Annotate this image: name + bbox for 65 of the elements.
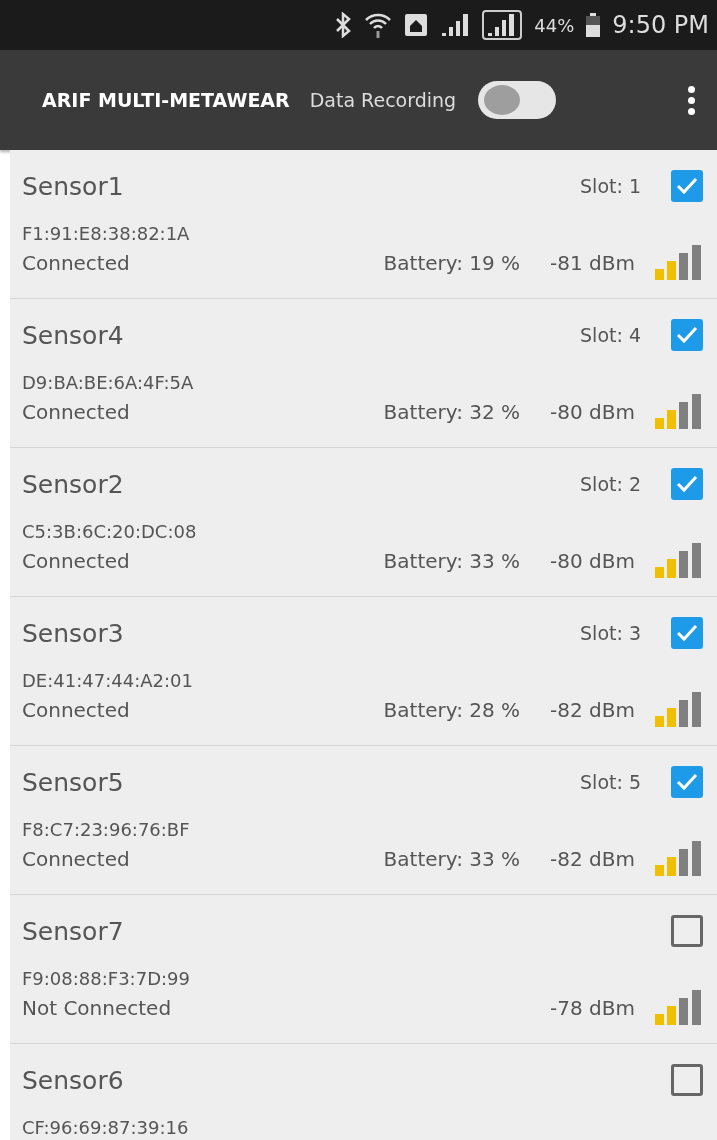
signal-strength: -82 dBm: [550, 847, 635, 871]
mac-address: CF:96:69:87:39:16: [22, 1116, 190, 1140]
signal-strength: -80 dBm: [550, 400, 635, 424]
signal-bars-icon: [655, 245, 703, 281]
sensor-name: Sensor5: [22, 767, 124, 797]
signal-strength: -82 dBm: [550, 698, 635, 722]
battery-level: Battery: 32 %: [383, 400, 521, 424]
slot-number: Slot: 3: [580, 622, 641, 644]
app-title: ARIF MULTI-METAWEAR: [42, 89, 290, 111]
checkmark-icon: [676, 624, 698, 642]
signal-icon: [440, 12, 471, 38]
signal-bars-icon: [655, 692, 703, 728]
signal-bars-icon: [655, 394, 703, 430]
battery-level: Battery: 28 %: [383, 698, 521, 722]
checkbox[interactable]: [671, 766, 703, 798]
slot-number: Slot: 1: [580, 175, 641, 197]
home-icon: [404, 13, 429, 37]
mac-address: DE:41:47:44:A2:01: [22, 669, 194, 693]
signal-strength: -81 dBm: [550, 251, 635, 275]
sensor-name: Sensor3: [22, 618, 124, 648]
slot-number: Slot: 4: [580, 324, 641, 346]
sensor-name: Sensor4: [22, 320, 124, 350]
sensor-name: Sensor7: [22, 916, 124, 946]
sensor-name: Sensor6: [22, 1065, 124, 1095]
checkbox[interactable]: [671, 319, 703, 351]
mac-address: F8:C7:23:96:76:BF: [22, 818, 191, 842]
signal-strength: -78 dBm: [550, 996, 635, 1020]
sensor-name: Sensor1: [22, 171, 124, 201]
bluetooth-icon: [334, 12, 353, 38]
wifi-icon: [364, 11, 393, 39]
connection-status: Connected: [22, 847, 130, 871]
signal-bars-icon: [655, 990, 703, 1026]
clock-time: 9:50 PM: [612, 11, 709, 39]
signal-bars-icon: [655, 543, 703, 579]
checkmark-icon: [676, 326, 698, 344]
sensor-name: Sensor2: [22, 469, 124, 499]
recording-toggle[interactable]: [478, 81, 557, 119]
battery-percent: 44%: [534, 14, 575, 36]
signal-strength: -80 dBm: [550, 549, 635, 573]
mac-address: D9:BA:BE:6A:4F:5A: [22, 371, 195, 395]
mac-address: F1:91:E8:38:82:1A: [22, 222, 191, 246]
connection-status: Connected: [22, 251, 130, 275]
checkbox[interactable]: [671, 1064, 703, 1096]
checkbox[interactable]: [671, 915, 703, 947]
connection-status: Not Connected: [22, 996, 172, 1020]
checkmark-icon: [676, 773, 698, 791]
mac-address: F9:08:88:F3:7D:99: [22, 967, 191, 991]
connection-status: Connected: [22, 400, 130, 424]
mac-address: C5:3B:6C:20:DC:08: [22, 520, 198, 544]
battery-icon: [586, 13, 601, 37]
connection-status: Connected: [22, 549, 130, 573]
toggle-label: Data Recording: [309, 89, 457, 111]
connection-status: Connected: [22, 698, 130, 722]
checkbox[interactable]: [671, 170, 703, 202]
slot-number: Slot: 2: [580, 473, 641, 495]
signal-bars-icon: [655, 841, 703, 877]
checkbox[interactable]: [671, 468, 703, 500]
battery-level: Battery: 33 %: [383, 549, 521, 573]
battery-level: Battery: 19 %: [383, 251, 521, 275]
slot-number: Slot: 5: [580, 771, 641, 793]
signal-icon: [482, 10, 523, 40]
checkmark-icon: [676, 177, 698, 195]
checkbox[interactable]: [671, 617, 703, 649]
checkmark-icon: [676, 475, 698, 493]
battery-level: Battery: 33 %: [383, 847, 521, 871]
